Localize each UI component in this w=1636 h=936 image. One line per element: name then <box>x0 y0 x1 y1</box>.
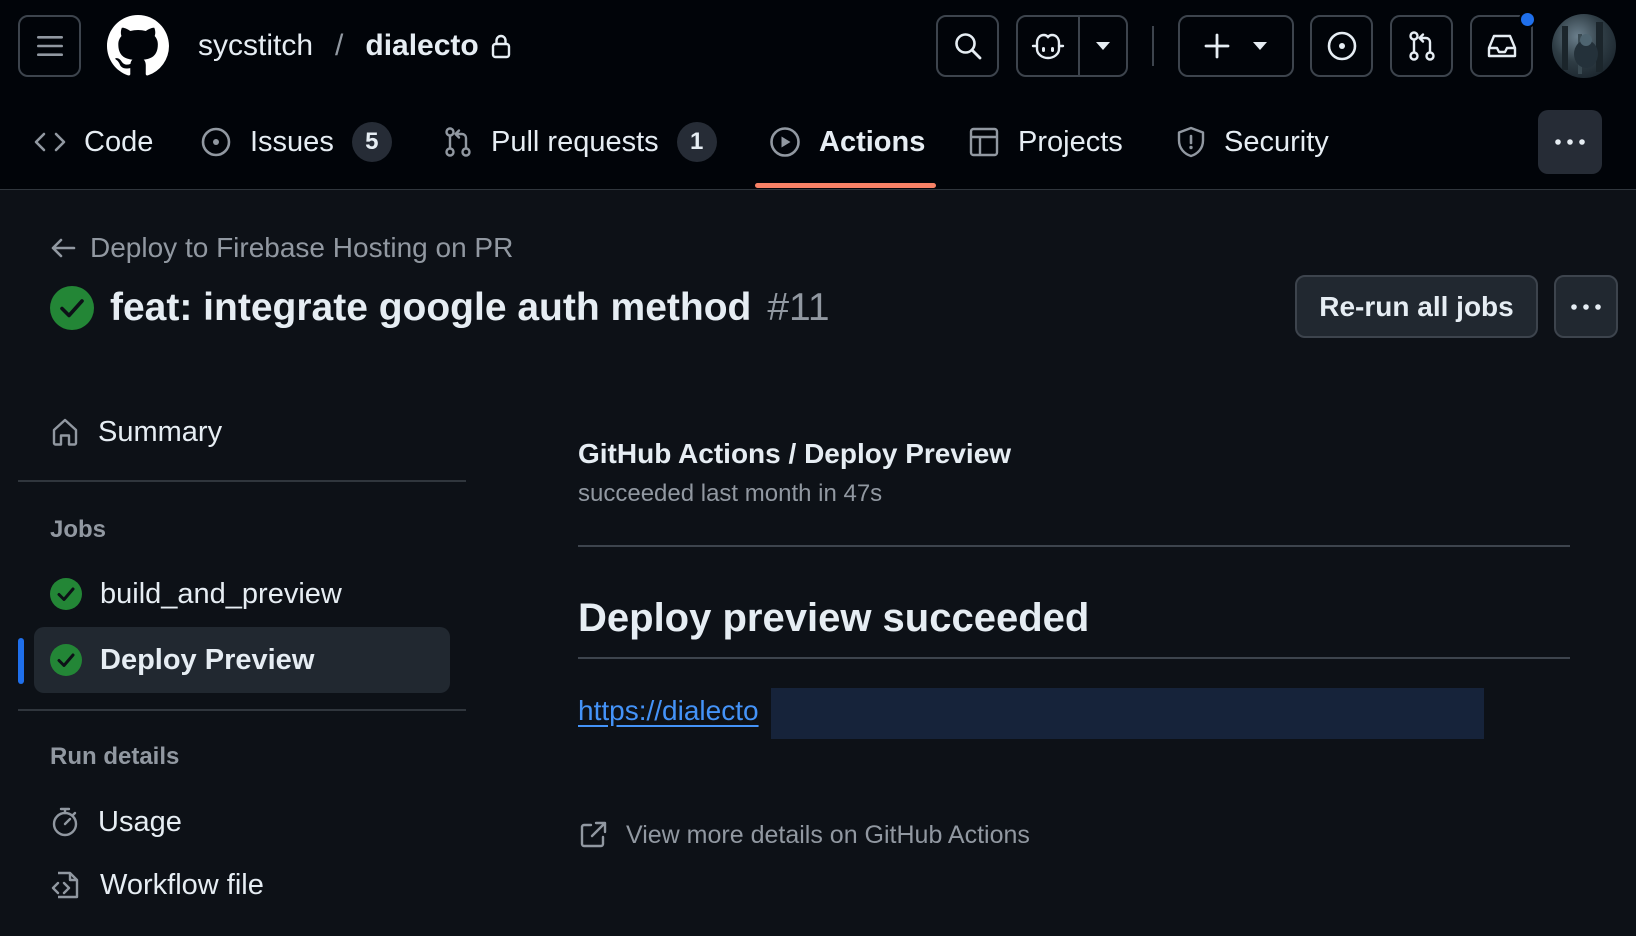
table-icon <box>969 127 999 157</box>
tab-code[interactable]: Code <box>34 108 153 176</box>
content-divider <box>578 545 1570 547</box>
view-more-label: View more details on GitHub Actions <box>626 820 1030 849</box>
sidebar-item-label: Workflow file <box>100 868 264 901</box>
workflow-name: Deploy to Firebase Hosting on PR <box>90 232 514 263</box>
run-more-options-button[interactable] <box>1554 275 1618 338</box>
summary-heading: Deploy preview succeeded <box>578 596 1090 640</box>
run-title-text: feat: integrate google auth method <box>110 286 752 329</box>
tab-actions-label: Actions <box>819 125 926 158</box>
header-divider <box>1152 26 1154 66</box>
search-button[interactable] <box>936 15 999 77</box>
tab-projects[interactable]: Projects <box>968 108 1123 176</box>
copilot-button-group <box>1016 15 1128 77</box>
search-icon <box>954 33 981 60</box>
sidebar-item-summary[interactable]: Summary <box>34 399 450 465</box>
selected-job-indicator <box>18 638 24 684</box>
sidebar-item-workflow-file[interactable]: Workflow file <box>34 852 450 918</box>
sidebar-divider <box>18 480 466 482</box>
check-circle-fill-icon <box>50 286 94 330</box>
check-circle-fill-icon <box>50 644 82 676</box>
tab-pull-requests[interactable]: Pull requests 1 <box>443 108 717 176</box>
avatar[interactable] <box>1552 14 1616 78</box>
inbox-icon <box>1487 34 1516 58</box>
sidebar-item-label: Summary <box>98 415 223 448</box>
stopwatch-icon <box>52 807 78 837</box>
breadcrumb-separator: / <box>335 29 344 62</box>
copilot-icon <box>1031 33 1065 60</box>
copilot-button[interactable] <box>1018 17 1080 75</box>
repo-tabs: Code Issues 5 Pull requests 1 Actions Pr… <box>0 108 1636 190</box>
run-details-heading: Run details <box>50 743 180 770</box>
git-pull-request-icon <box>445 127 471 157</box>
shield-icon <box>1177 126 1205 158</box>
menu-button[interactable] <box>18 15 81 77</box>
play-icon <box>770 127 800 157</box>
issue-opened-icon <box>201 127 231 157</box>
tab-security[interactable]: Security <box>1176 108 1329 176</box>
tab-code-label: Code <box>84 125 154 158</box>
arrow-left-icon <box>51 238 76 258</box>
kebab-horizontal-icon <box>1571 303 1601 310</box>
issue-opened-icon <box>1327 31 1356 61</box>
top-header: sycstitch / dialecto Code Issues 5 Pull … <box>0 0 1636 190</box>
github-logo[interactable] <box>107 15 169 77</box>
run-title: feat: integrate google auth method #11 <box>50 282 830 334</box>
active-tab-indicator <box>755 183 936 188</box>
owner-link[interactable]: sycstitch <box>198 29 313 63</box>
check-run-status: succeeded last month in 47s <box>578 480 883 507</box>
sidebar-job-build-and-preview[interactable]: build_and_preview <box>34 561 450 627</box>
triangle-down-icon <box>1096 42 1110 50</box>
tabs-overflow-button[interactable] <box>1538 110 1602 174</box>
sidebar-item-label: build_and_preview <box>100 577 342 610</box>
avatar-image-icon <box>1562 22 1603 74</box>
tab-pull-requests-label: Pull requests <box>491 125 659 158</box>
view-more-details-link[interactable]: View more details on GitHub Actions <box>578 815 1030 855</box>
lock-icon <box>491 34 510 59</box>
back-to-workflow-link[interactable]: Deploy to Firebase Hosting on PR <box>50 228 513 268</box>
file-code-icon <box>51 871 79 899</box>
redacted-url-block <box>771 688 1484 739</box>
notification-dot <box>1519 11 1536 28</box>
check-circle-fill-icon <box>50 578 82 610</box>
tab-projects-label: Projects <box>1018 125 1123 158</box>
triangle-down-icon <box>1253 42 1267 50</box>
repo-name: dialecto <box>365 29 479 62</box>
create-new-button[interactable] <box>1178 15 1294 77</box>
sidebar-item-usage[interactable]: Usage <box>34 789 450 855</box>
home-icon <box>52 418 78 446</box>
sidebar-item-label: Usage <box>98 805 182 838</box>
pull-requests-count-badge: 1 <box>676 122 717 162</box>
preview-url-link[interactable]: https://dialecto <box>578 695 759 727</box>
tab-issues-label: Issues <box>250 125 334 158</box>
kebab-horizontal-icon <box>1555 139 1585 145</box>
code-icon <box>34 132 66 152</box>
tab-security-label: Security <box>1224 125 1329 158</box>
sidebar-item-label: Deploy Preview <box>100 643 315 676</box>
sidebar-divider <box>18 709 466 711</box>
jobs-heading: Jobs <box>50 516 107 543</box>
your-issues-button[interactable] <box>1310 15 1373 77</box>
your-pull-requests-button[interactable] <box>1390 15 1453 77</box>
plus-icon <box>1204 33 1230 59</box>
link-external-icon <box>580 821 607 848</box>
heading-divider <box>578 657 1570 659</box>
repo-link[interactable]: dialecto <box>365 29 510 63</box>
copilot-dropdown[interactable] <box>1080 17 1126 75</box>
rerun-all-jobs-button[interactable]: Re-run all jobs <box>1295 275 1538 338</box>
github-logo-icon <box>107 15 169 76</box>
tab-issues[interactable]: Issues 5 <box>200 108 392 176</box>
check-run-title[interactable]: GitHub Actions / Deploy Preview <box>578 438 1011 470</box>
sidebar-job-deploy-preview[interactable]: Deploy Preview <box>34 627 450 693</box>
git-pull-request-icon <box>1408 31 1435 61</box>
repo-breadcrumb: sycstitch / dialecto <box>198 22 511 70</box>
issues-count-badge: 5 <box>351 122 392 162</box>
hamburger-icon <box>36 36 63 56</box>
tab-actions[interactable]: Actions <box>769 108 925 176</box>
run-number: #11 <box>767 286 830 329</box>
